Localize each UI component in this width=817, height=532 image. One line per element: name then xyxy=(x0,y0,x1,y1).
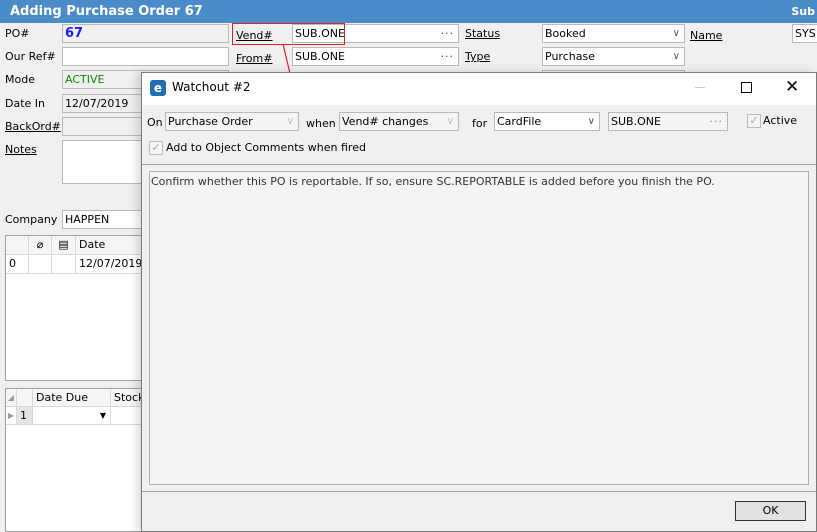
when-value: Vend# changes xyxy=(342,115,429,128)
type-label: Type xyxy=(465,50,491,63)
note-icon: ▤ xyxy=(52,236,76,255)
po-label: PO# xyxy=(5,27,30,40)
active-label: Active xyxy=(763,114,798,127)
for-value: CardFile xyxy=(497,115,542,128)
divider xyxy=(142,491,816,492)
paperclip-icon: ⌀ xyxy=(29,236,52,255)
for-label: for xyxy=(472,117,488,130)
type-value: Purchase xyxy=(545,50,595,63)
on-value: Purchase Order xyxy=(168,115,253,128)
chevron-down-icon: ∨ xyxy=(587,116,595,127)
lines-grid[interactable]: ◢ Date Due Stock ▶ 1 ▼ xyxy=(5,388,156,532)
grid-header xyxy=(17,389,33,407)
minimize-icon[interactable] xyxy=(695,87,705,88)
date-in-label: Date In xyxy=(5,97,46,110)
active-checkbox[interactable]: ✓ xyxy=(747,114,761,128)
our-ref-input[interactable] xyxy=(62,47,229,66)
card-value: SUB.ONE xyxy=(611,115,661,128)
when-select[interactable]: Vend# changes ∨ xyxy=(339,112,459,131)
name-input[interactable]: SYS xyxy=(792,24,817,43)
add-comments-checkbox[interactable]: ✓ xyxy=(149,141,163,155)
company-label: Company xyxy=(5,213,58,226)
grid-header-corner xyxy=(6,236,29,255)
row-pointer-icon: ▶ xyxy=(6,407,17,425)
chevron-down-icon: ∨ xyxy=(286,116,294,127)
ok-button[interactable]: OK xyxy=(735,501,806,521)
status-label: Status xyxy=(465,27,501,40)
status-value: Booked xyxy=(545,27,586,40)
grid-cell[interactable]: 0 xyxy=(6,255,29,274)
dropdown-arrow-icon[interactable]: ▼ xyxy=(100,407,106,424)
app-logo-icon: e xyxy=(150,80,166,96)
grid-cell[interactable] xyxy=(52,255,76,274)
row-number: 1 xyxy=(17,407,33,425)
name-label[interactable]: Name xyxy=(690,26,722,45)
mode-label: Mode xyxy=(5,73,35,86)
window-title-bar: Adding Purchase Order 67 Sub xyxy=(0,0,817,23)
message-textarea[interactable]: Confirm whether this PO is reportable. I… xyxy=(149,171,809,485)
on-select[interactable]: Purchase Order ∨ xyxy=(165,112,299,131)
from-label[interactable]: From# xyxy=(236,49,272,68)
status-select[interactable]: Booked ∨ xyxy=(542,24,685,43)
ellipsis-icon[interactable]: ··· xyxy=(441,48,455,65)
when-label: when xyxy=(306,117,336,130)
po-number-field: 67 xyxy=(62,24,229,43)
history-grid[interactable]: ⌀ ▤ Date 0 12/07/2019 xyxy=(5,235,156,381)
card-input[interactable]: SUB.ONE ··· xyxy=(608,112,728,131)
close-icon[interactable]: ✕ xyxy=(785,77,799,97)
dialog-title-bar: e Watchout #2 ✕ xyxy=(142,73,816,105)
ellipsis-icon[interactable]: ··· xyxy=(710,113,724,130)
chevron-down-icon: ∨ xyxy=(446,116,454,127)
window-title-right: Sub xyxy=(791,5,815,18)
maximize-icon[interactable] xyxy=(741,82,752,93)
notes-label[interactable]: Notes xyxy=(5,140,37,159)
divider xyxy=(142,164,816,165)
grid-cell[interactable] xyxy=(29,255,52,274)
backord-label[interactable]: BackOrd# xyxy=(5,117,61,136)
chevron-down-icon: ∨ xyxy=(672,51,680,62)
add-comments-label: Add to Object Comments when fired xyxy=(166,141,366,154)
chevron-down-icon: ∨ xyxy=(672,28,680,39)
grid-corner-icon: ◢ xyxy=(6,389,17,407)
date-due-cell[interactable]: ▼ xyxy=(33,407,111,425)
for-select[interactable]: CardFile ∨ xyxy=(494,112,600,131)
window-title: Adding Purchase Order 67 xyxy=(10,4,203,19)
watchout-dialog: e Watchout #2 ✕ On Purchase Order ∨ when … xyxy=(141,72,817,532)
ellipsis-icon[interactable]: ··· xyxy=(441,25,455,42)
type-select[interactable]: Purchase ∨ xyxy=(542,47,685,66)
on-label: On xyxy=(147,116,163,129)
grid-header-date-due[interactable]: Date Due xyxy=(33,389,111,407)
from-input[interactable]: SUB.ONE ··· xyxy=(292,47,459,66)
our-ref-label: Our Ref# xyxy=(5,50,56,63)
dialog-title: Watchout #2 xyxy=(172,80,251,94)
